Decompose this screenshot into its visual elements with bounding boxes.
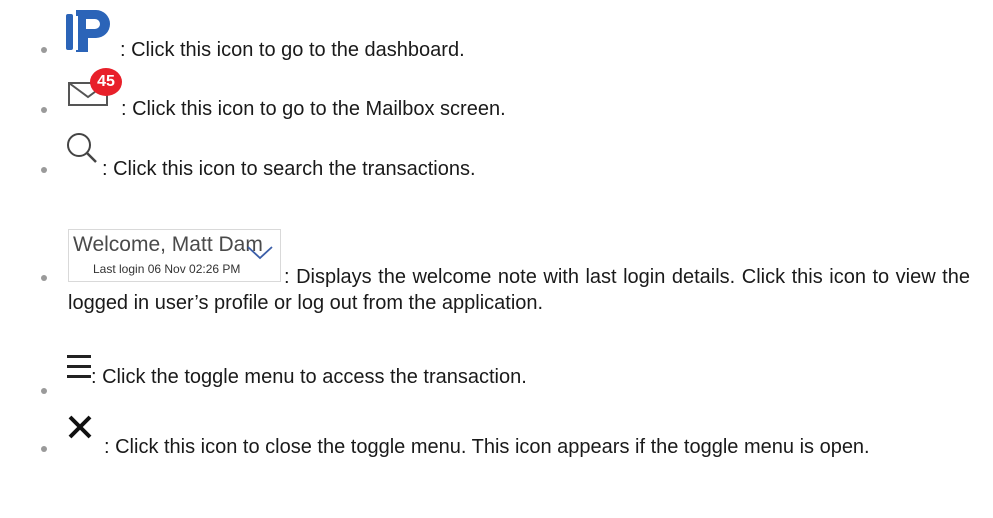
notification-badge: 45 (90, 68, 122, 96)
item-description: : Click this icon to close the toggle me… (104, 436, 870, 458)
item-description: : Displays the welcome note with last lo… (68, 266, 970, 314)
search-icon[interactable] (66, 132, 100, 171)
bullet (41, 167, 47, 173)
item-description: : Click this icon to go to the dashboard… (120, 39, 465, 61)
welcome-text: Welcome, Matt Dam (73, 233, 263, 256)
bullet (41, 446, 47, 452)
bullet (41, 275, 47, 281)
logo-icon[interactable] (66, 8, 118, 52)
bullet (41, 107, 47, 113)
hamburger-menu-icon[interactable] (66, 353, 92, 386)
item-description: : Click the toggle menu to access the tr… (91, 366, 527, 388)
mail-icon[interactable]: 45 (66, 68, 126, 108)
bullet (41, 47, 47, 53)
bullet (41, 388, 47, 394)
item-description: : Click this icon to go to the Mailbox s… (121, 98, 506, 120)
item-description: : Click this icon to search the transact… (102, 158, 476, 180)
chevron-down-icon[interactable] (247, 246, 273, 265)
